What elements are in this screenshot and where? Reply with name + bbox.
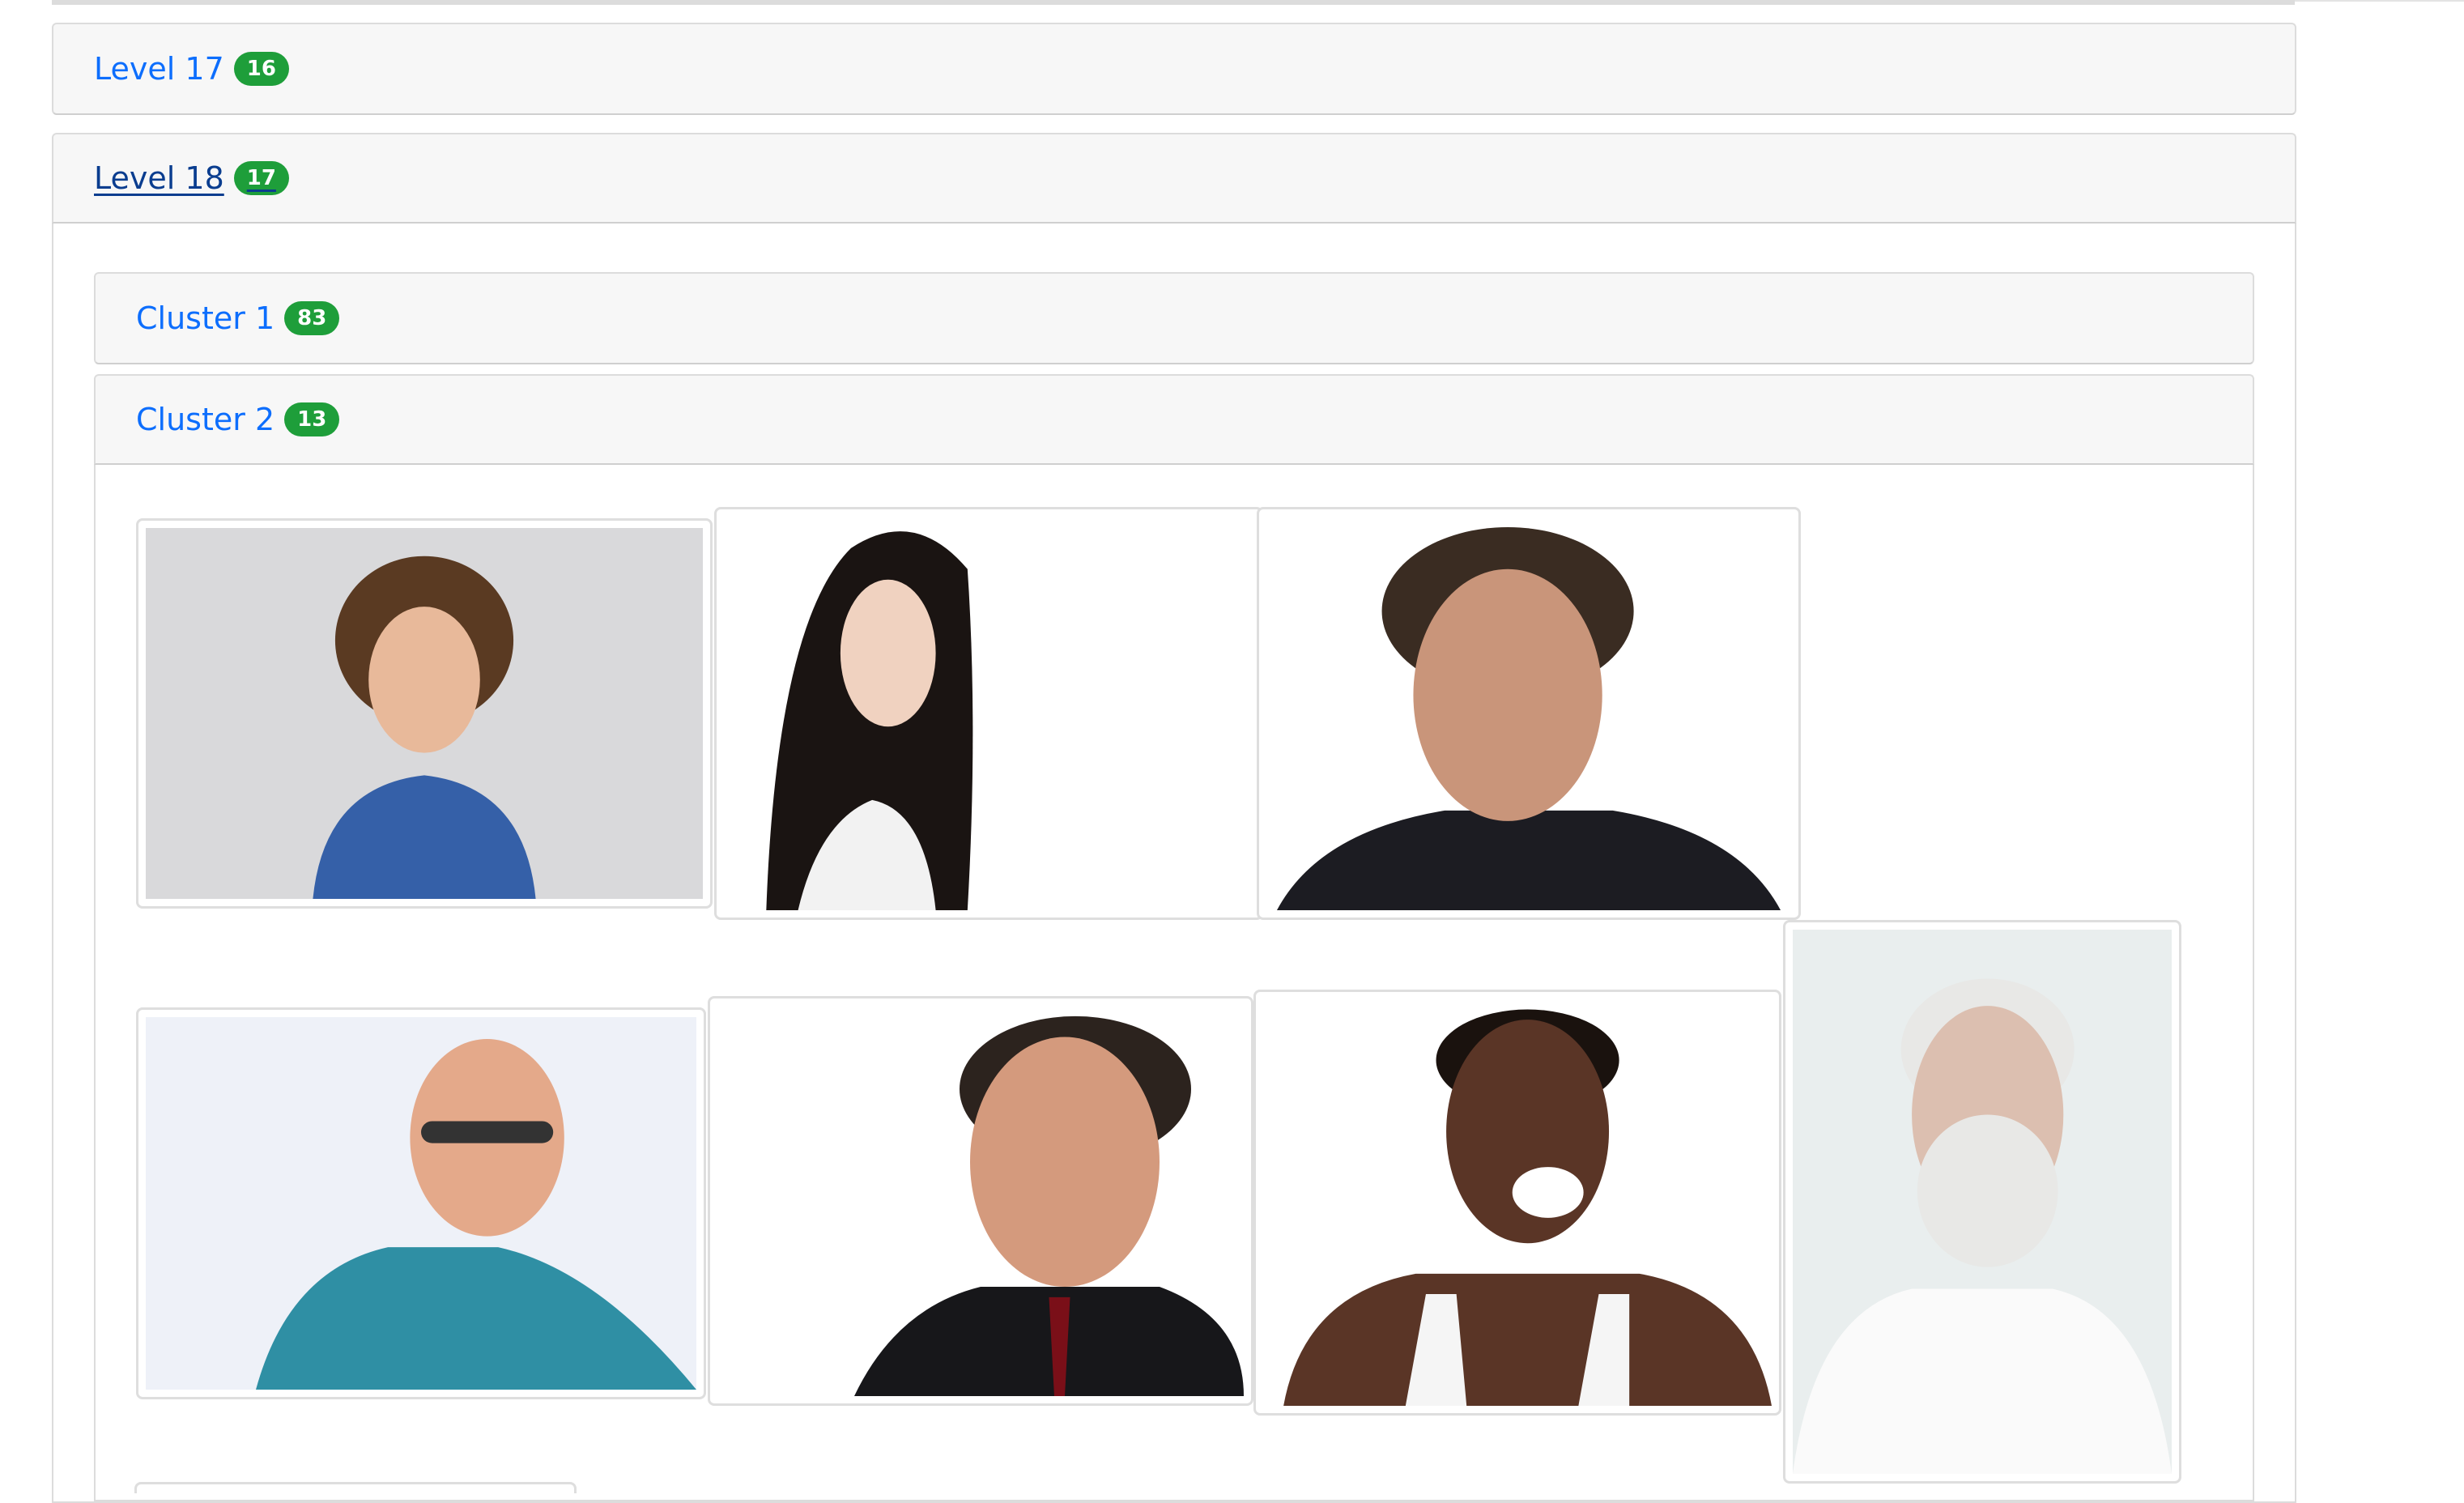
cluster-1-count-badge: 83 xyxy=(284,301,340,335)
cluster-1-panel-header[interactable]: Cluster 1 83 xyxy=(94,272,2254,364)
portrait-image xyxy=(1266,517,1791,910)
face-thumbnail-6[interactable] xyxy=(1253,990,1781,1416)
level-18-count-badge: 17 xyxy=(233,161,289,195)
portrait-image xyxy=(724,517,1253,910)
portrait-image xyxy=(1263,999,1772,1406)
portrait-image xyxy=(717,1006,1244,1396)
level-18-panel-header[interactable]: Level 18 17 xyxy=(52,133,2296,224)
cluster-1-label: Cluster 1 xyxy=(136,300,275,336)
cluster-2-label: Cluster 2 xyxy=(136,402,275,437)
next-thumbnail-edge xyxy=(134,1482,577,1493)
face-thumbnail-3[interactable] xyxy=(1257,507,1801,920)
cluster-1-toggle-link[interactable]: Cluster 1 83 xyxy=(136,300,340,336)
level-17-count-badge: 16 xyxy=(233,52,289,86)
level-17-label: Level 17 xyxy=(94,51,224,87)
face-thumbnail-5[interactable] xyxy=(708,996,1253,1406)
face-thumbnail-7[interactable] xyxy=(1783,920,2181,1484)
portrait-image xyxy=(1793,930,2172,1474)
portrait-image xyxy=(146,1017,696,1390)
cluster-2-count-badge: 13 xyxy=(284,402,340,436)
level-17-toggle-link[interactable]: Level 17 16 xyxy=(94,51,289,87)
level-17-panel-header[interactable]: Level 17 16 xyxy=(52,23,2296,115)
cluster-2-panel-header[interactable]: Cluster 2 13 xyxy=(94,374,2254,465)
face-thumbnail-4[interactable] xyxy=(136,1007,706,1399)
level-18-label: Level 18 xyxy=(94,160,224,196)
face-thumbnail-2[interactable] xyxy=(714,507,1263,920)
cluster-2-toggle-link[interactable]: Cluster 2 13 xyxy=(136,402,340,437)
previous-panel-edge xyxy=(52,0,2295,5)
level-18-toggle-link[interactable]: Level 18 17 xyxy=(94,160,289,196)
page-divider xyxy=(2295,0,2464,2)
portrait-image xyxy=(146,528,703,899)
face-thumbnail-1[interactable] xyxy=(136,518,713,909)
